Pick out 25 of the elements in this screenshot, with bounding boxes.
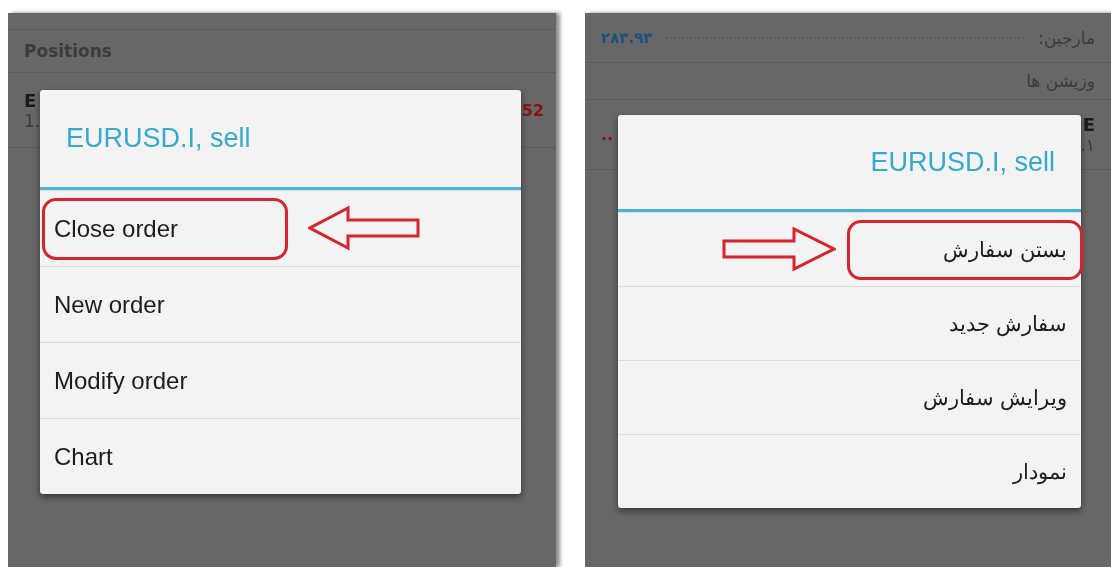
menu-item[interactable]: ویرایش سفارش — [618, 360, 1081, 434]
menu-item-label: Chart — [54, 442, 113, 471]
position-symbol: E — [24, 89, 38, 111]
menu-item-label: بستن سفارش — [943, 237, 1067, 262]
left-arrow-icon — [308, 205, 422, 252]
margin-value: ۲۸۳.۹۳ — [601, 28, 653, 47]
menu-item[interactable]: Close order — [40, 190, 521, 266]
menu-item[interactable]: New order — [40, 266, 521, 342]
menu-item-label: Close order — [54, 214, 179, 243]
menu-item[interactable]: نمودار — [618, 434, 1081, 508]
position-profit: .. — [601, 125, 614, 144]
right-arrow-icon — [722, 226, 836, 273]
dialog-title: EURUSD.I, sell — [618, 115, 1081, 212]
position-profit: 52 — [521, 100, 544, 120]
menu-item[interactable]: سفارش جدید — [618, 286, 1081, 360]
menu-item-label: Modify order — [54, 366, 188, 395]
menu-item-label: ویرایش سفارش — [923, 385, 1067, 410]
menu-item-label: نمودار — [1013, 459, 1067, 484]
menu-item-label: New order — [54, 290, 165, 319]
menu-item[interactable]: بستن سفارش — [618, 212, 1081, 286]
dialog-title: EURUSD.I, sell — [40, 90, 521, 190]
position-symbol: E — [1081, 114, 1095, 135]
menu-item[interactable]: Modify order — [40, 342, 521, 418]
menu-item[interactable]: Chart — [40, 418, 521, 494]
menu-item-label: سفارش جدید — [949, 311, 1067, 336]
